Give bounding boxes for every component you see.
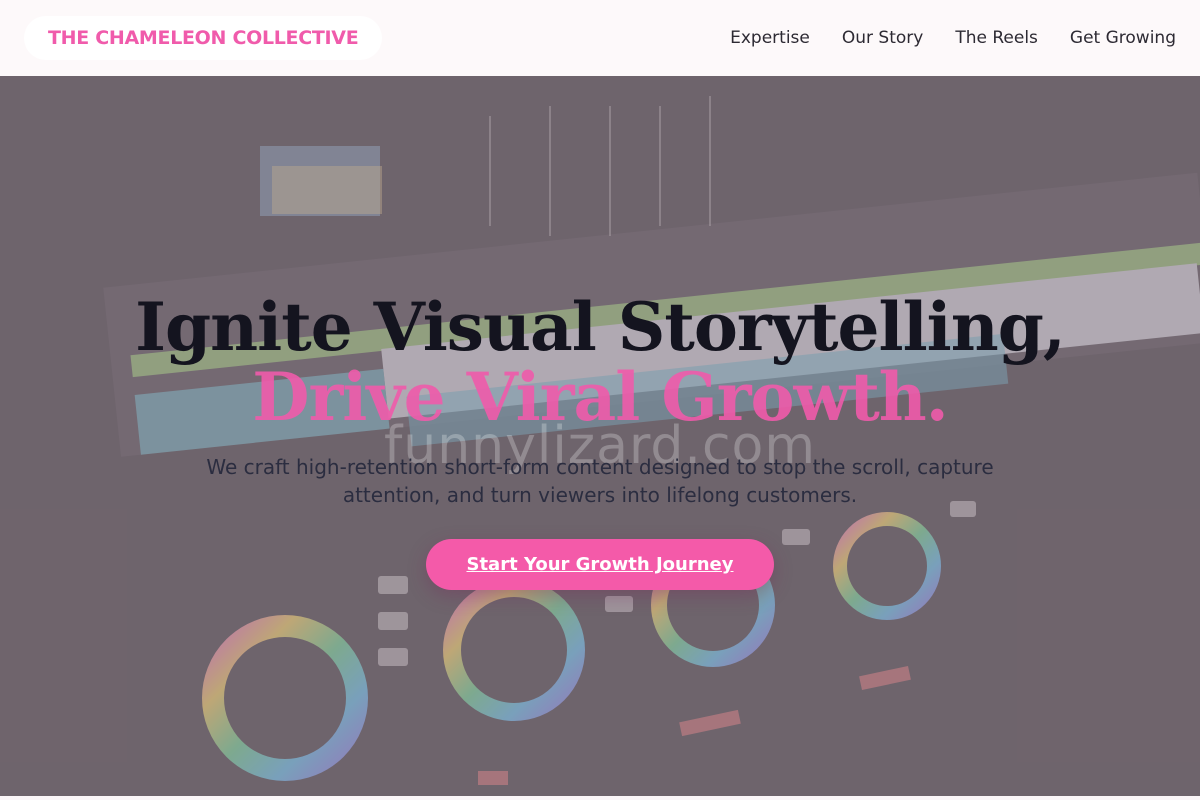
nav-link-our-story[interactable]: Our Story [842, 28, 923, 48]
hero-content: Ignite Visual Storytelling, Drive Viral … [0, 291, 1200, 590]
hero-subtitle: We craft high-retention short-form conte… [206, 455, 994, 507]
nav-link-get-growing[interactable]: Get Growing [1070, 28, 1176, 48]
nav-link-expertise[interactable]: Expertise [730, 28, 810, 48]
page-bottom-edge [0, 796, 1200, 800]
hero-headline: Ignite Visual Storytelling, [135, 288, 1066, 366]
brand-logo[interactable]: THE CHAMELEON COLLECTIVE [24, 16, 383, 60]
hero-headline-accent: Drive Viral Growth. [252, 358, 949, 436]
hero-section: funnylizard.com Ignite Visual Storytelli… [0, 76, 1200, 796]
site-header: THE CHAMELEON COLLECTIVE Expertise Our S… [0, 0, 1200, 76]
nav-link-the-reels[interactable]: The Reels [955, 28, 1038, 48]
main-nav: Expertise Our Story The Reels Get Growin… [730, 28, 1176, 48]
start-growth-journey-button[interactable]: Start Your Growth Journey [426, 539, 774, 590]
